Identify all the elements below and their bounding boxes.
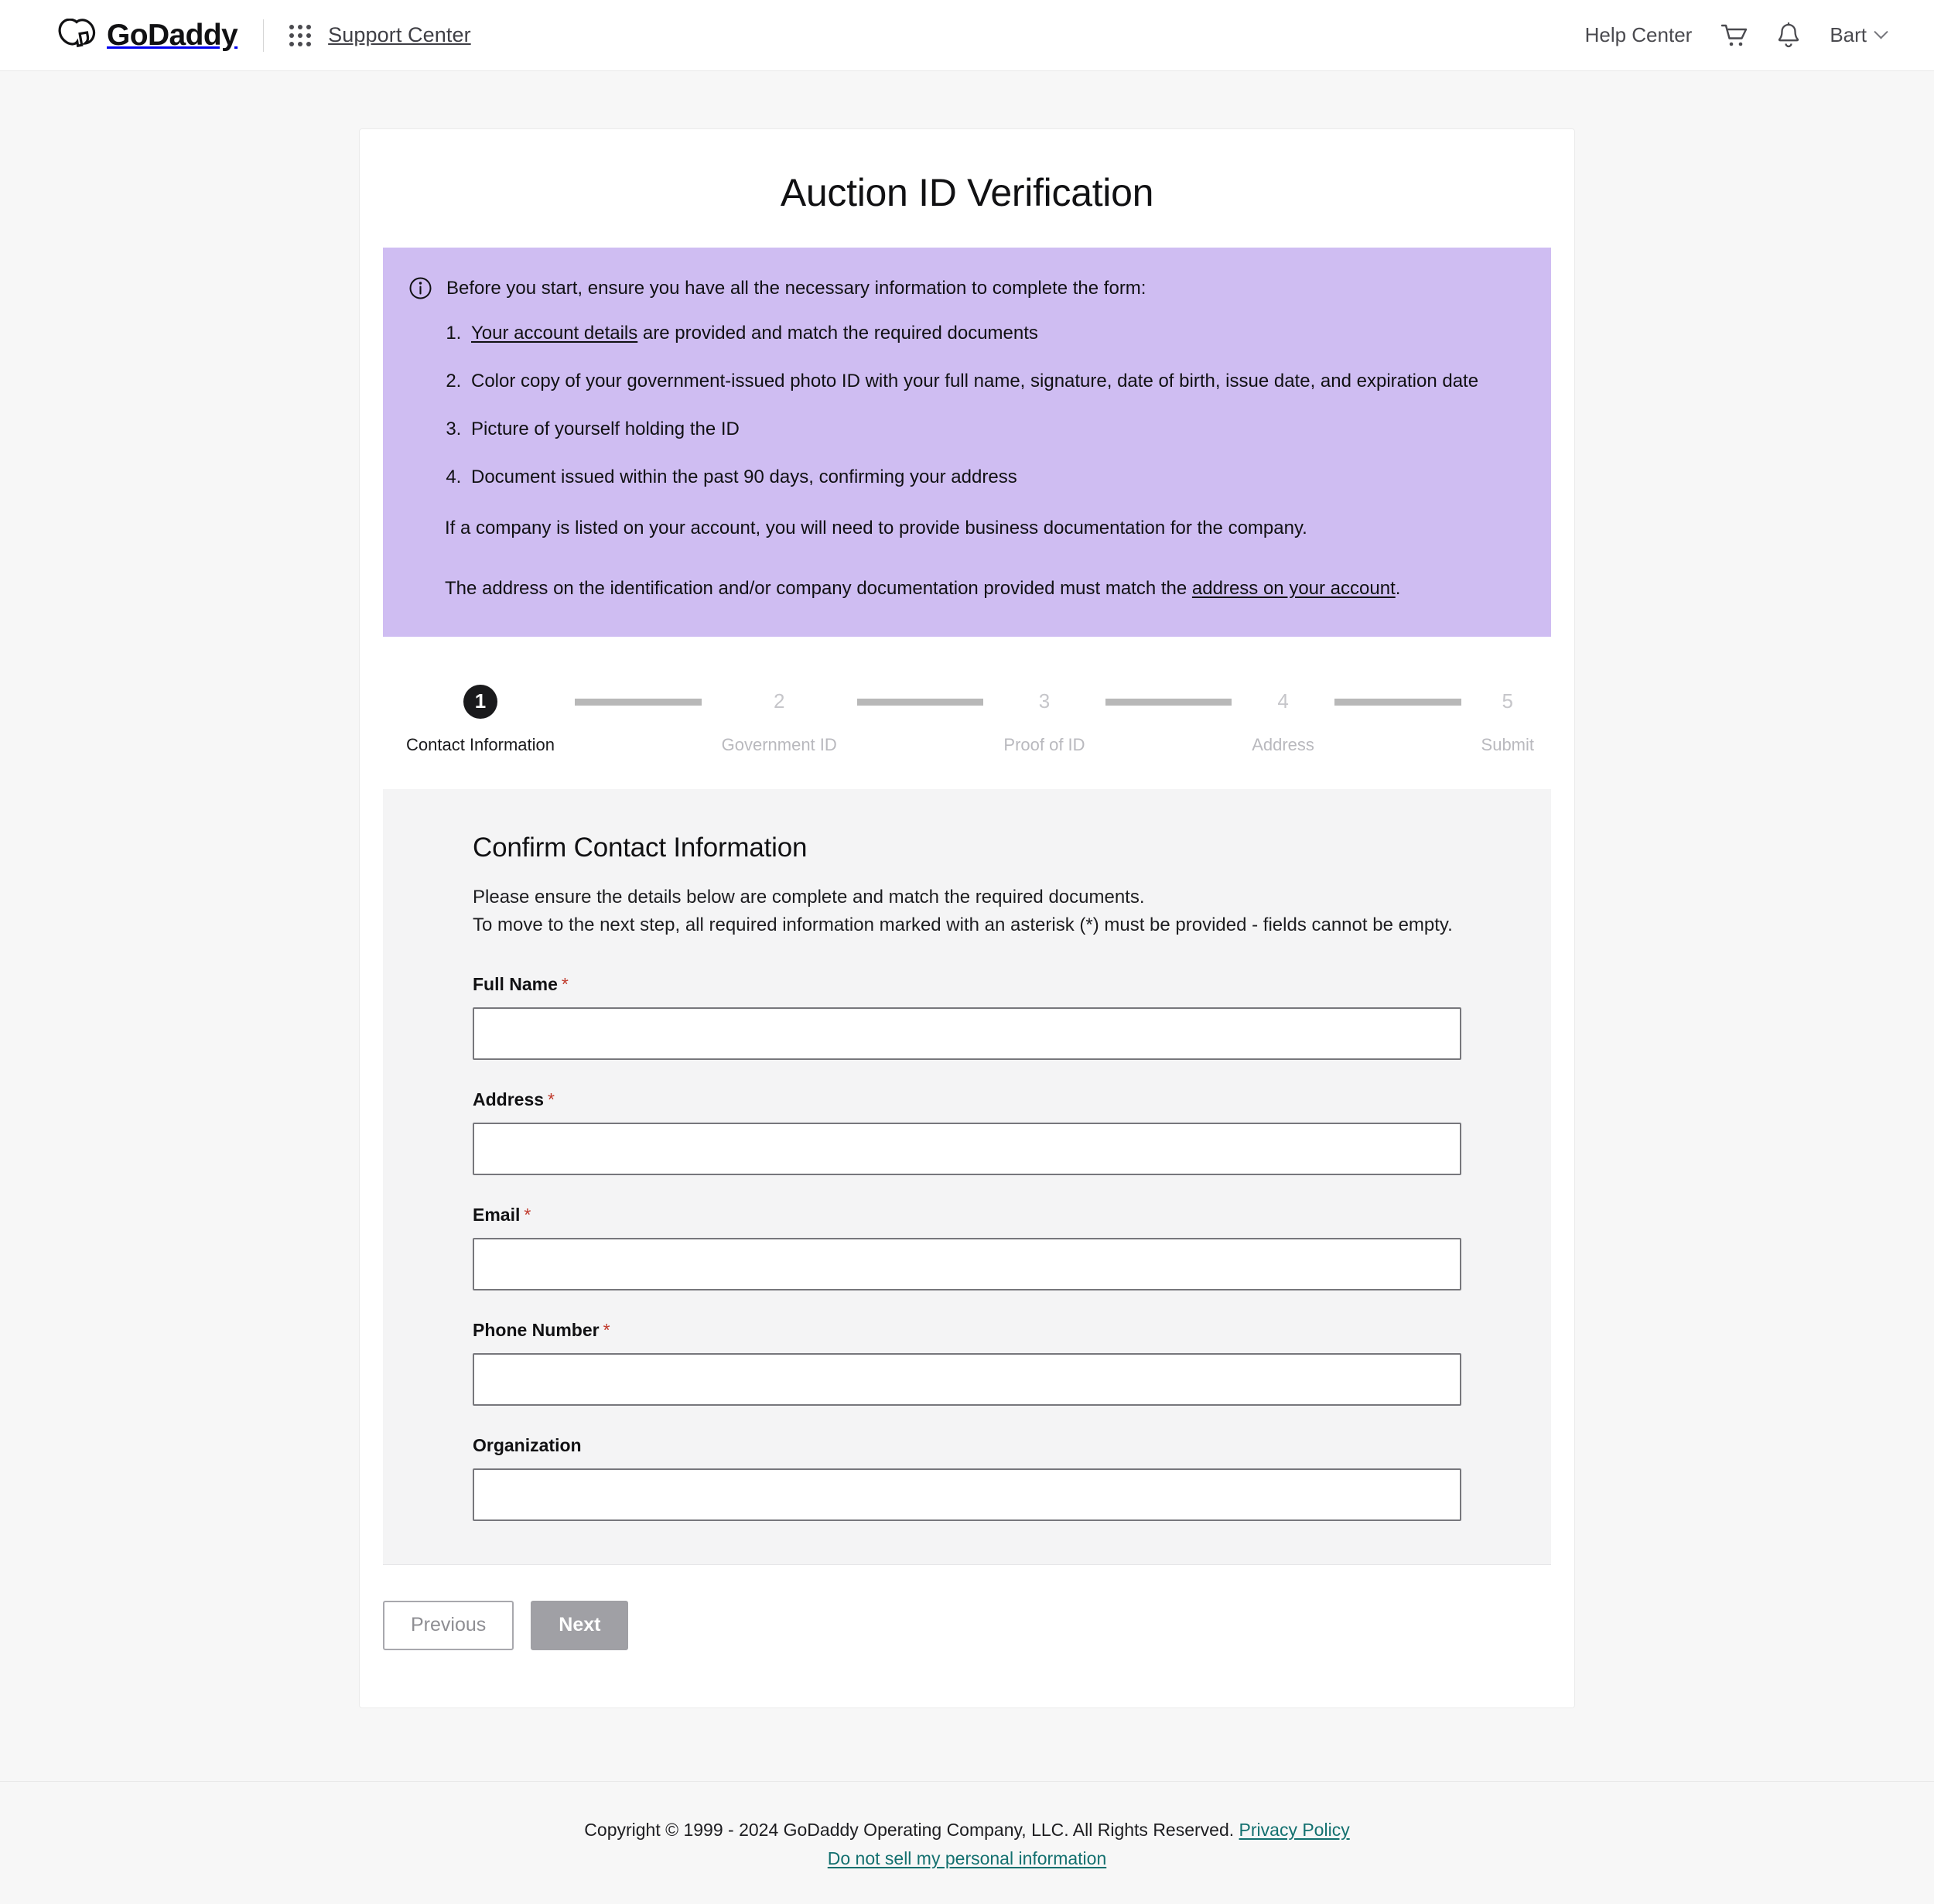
info-banner-intro-row: Before you start, ensure you have all th… [409,275,1520,303]
stepper-connector [856,698,984,706]
privacy-policy-link[interactable]: Privacy Policy [1239,1820,1350,1840]
stepper-zone: 1 Contact Information 2 Government ID 3 … [360,637,1574,755]
stepper-connector [1105,698,1232,706]
user-name-label: Bart [1830,23,1867,46]
footer-copyright-line: Copyright © 1999 - 2024 GoDaddy Operatin… [0,1816,1934,1844]
header-divider [263,19,265,52]
field-organization: Organization [473,1435,1461,1521]
address-label-text: Address [473,1089,545,1109]
info-banner-requirements-list: Your account details are provided and ma… [409,320,1520,491]
stepper-step-government-id[interactable]: 2 Government ID [722,685,837,755]
info-circle-icon [409,277,432,299]
required-asterisk: * [548,1089,555,1109]
stepper-connector [1334,698,1461,706]
organization-label-text: Organization [473,1434,582,1455]
footer-do-not-sell-line: Do not sell my personal information [0,1844,1934,1873]
address-paragraph-prefix: The address on the identification and/or… [445,577,1192,599]
list-item: Your account details are provided and ma… [466,320,1520,347]
step-number-badge: 4 [1277,689,1289,713]
required-asterisk: * [524,1204,531,1225]
email-label-text: Email [473,1204,521,1225]
next-button[interactable]: Next [531,1600,629,1650]
required-asterisk: * [603,1319,610,1340]
full-name-input[interactable] [473,1007,1461,1060]
email-input[interactable] [473,1237,1461,1290]
email-label: Email * [473,1205,1461,1225]
step-label: Contact Information [406,734,555,754]
address-label: Address * [473,1089,1461,1110]
form-heading: Confirm Contact Information [473,832,808,863]
address-input[interactable] [473,1122,1461,1175]
godaddy-logo-icon [54,18,99,53]
site-footer: Copyright © 1999 - 2024 GoDaddy Operatin… [0,1780,1934,1904]
list-item-text: Color copy of your government-issued pho… [471,370,1479,391]
phone-number-label-text: Phone Number [473,1319,600,1340]
stepper-step-submit[interactable]: 5 Submit [1481,685,1534,755]
page-body: Auction ID Verification Before you start… [0,71,1934,1708]
stepper-step-address[interactable]: 4 Address [1252,685,1314,755]
field-phone-number: Phone Number * [473,1320,1461,1406]
address-paragraph-suffix: . [1395,577,1401,599]
field-full-name: Full Name * [473,974,1461,1060]
godaddy-logo-link[interactable]: GoDaddy [54,18,238,53]
list-item-text: Document issued within the past 90 days,… [471,466,1017,487]
phone-number-label: Phone Number * [473,1320,1461,1341]
chevron-down-icon [1874,25,1888,39]
notification-bell-icon[interactable] [1777,22,1800,48]
phone-number-input[interactable] [473,1352,1461,1406]
help-center-link[interactable]: Help Center [1585,23,1693,47]
list-item: Document issued within the past 90 days,… [466,463,1520,491]
full-name-label-text: Full Name [473,973,558,994]
field-address: Address * [473,1089,1461,1175]
shopping-cart-icon[interactable] [1721,23,1748,48]
step-label: Address [1252,734,1314,754]
step-label: Submit [1481,734,1535,754]
account-details-link[interactable]: Your account details [471,323,637,344]
info-banner: Before you start, ensure you have all th… [383,248,1551,637]
organization-input[interactable] [473,1468,1461,1521]
stepper-connector [574,698,702,706]
form-description-line-1: Please ensure the details below are comp… [473,886,1145,908]
list-item: Color copy of your government-issued pho… [466,367,1520,395]
step-number-badge: 5 [1502,689,1513,713]
step-number-badge: 2 [773,689,785,713]
info-banner-company-paragraph: If a company is listed on your account, … [445,517,1307,538]
step-label: Government ID [721,734,837,754]
page-title: Auction ID Verification [780,171,1154,214]
step-number-badge: 1 [463,684,497,719]
stepper-step-proof-of-id[interactable]: 3 Proof of ID [1003,685,1085,755]
header-left-group: GoDaddy Support Center [54,18,471,53]
site-header: GoDaddy Support Center Help Center Bart [0,0,1934,71]
full-name-label: Full Name * [473,974,1461,995]
form-inner: Confirm Contact Information Please ensur… [473,832,1461,1521]
header-right-group: Help Center Bart [1585,22,1888,48]
godaddy-wordmark: GoDaddy [107,18,238,52]
info-banner-intro-text: Before you start, ensure you have all th… [446,278,1146,299]
form-actions: Previous Next [360,1565,1574,1707]
user-account-menu[interactable]: Bart [1830,23,1888,47]
list-item-text: Picture of yourself holding the ID [471,418,740,439]
support-center-link[interactable]: Support Center [328,23,471,47]
progress-stepper: 1 Contact Information 2 Government ID 3 … [383,684,1551,755]
field-email: Email * [473,1205,1461,1290]
contact-information-panel: Confirm Contact Information Please ensur… [383,788,1551,1565]
list-item: Picture of yourself holding the ID [466,415,1520,443]
form-description-line-2: To move to the next step, all required i… [473,914,1453,936]
stepper-step-contact-information[interactable]: 1 Contact Information [406,684,555,755]
required-asterisk: * [561,973,569,994]
step-number-badge: 3 [1038,689,1051,713]
copyright-text: Copyright © 1999 - 2024 GoDaddy Operatin… [584,1819,1235,1840]
address-on-account-link[interactable]: address on your account [1192,578,1396,599]
previous-button[interactable]: Previous [383,1600,514,1650]
step-label: Proof of ID [1003,734,1085,754]
apps-grid-icon[interactable] [289,24,312,46]
organization-label: Organization [473,1435,1461,1456]
form-description: Please ensure the details below are comp… [473,884,1461,940]
list-item-text: are provided and match the required docu… [637,322,1038,344]
verification-card: Auction ID Verification Before you start… [359,128,1575,1708]
do-not-sell-link[interactable]: Do not sell my personal information [828,1848,1107,1868]
info-banner-address-paragraph: The address on the identification and/or… [445,575,1520,603]
